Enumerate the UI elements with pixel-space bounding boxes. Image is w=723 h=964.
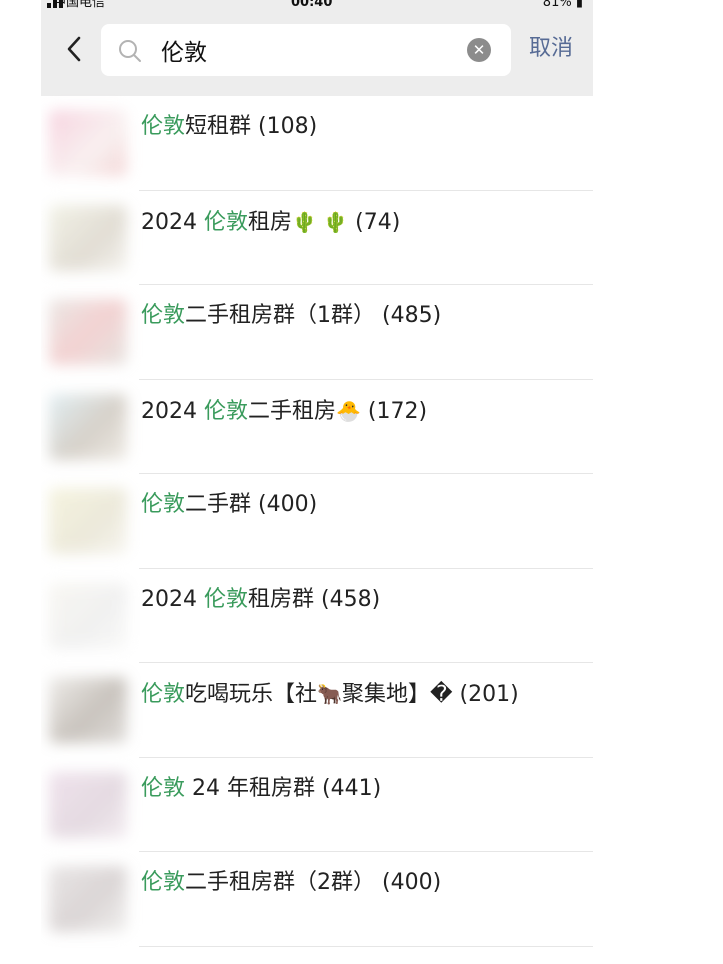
list-item[interactable]: 伦敦吃喝玩乐【社🐂聚集地】� (201) — [41, 663, 593, 758]
search-results-list: 伦敦短租群 (108) 2024 伦敦租房🌵 🌵 (74) 伦敦二手租房群（1群… — [41, 96, 593, 947]
list-item[interactable]: 伦敦二手租房群（1群） (485) — [41, 285, 593, 380]
keyword-highlight: 伦敦 — [141, 114, 186, 139]
group-title: 伦敦吃喝玩乐【社🐂聚集地】� (201) — [141, 682, 519, 707]
group-title: 伦敦二手租房群（2群） (400) — [141, 870, 442, 895]
back-button[interactable] — [59, 32, 89, 66]
search-input[interactable] — [159, 34, 453, 66]
group-title: 2024 伦敦租房🌵 🌵 (74) — [141, 209, 401, 235]
list-item[interactable]: 2024 伦敦租房群 (458) — [41, 569, 593, 664]
keyword-highlight: 伦敦 — [141, 492, 186, 517]
keyword-highlight: 伦敦 — [203, 586, 248, 612]
carrier-label: 中国电信 — [53, 0, 106, 10]
group-title: 2024 伦敦二手租房🐣 (172) — [141, 398, 428, 424]
chevron-left-icon — [67, 36, 81, 62]
clock: 00:40 — [291, 0, 333, 10]
keyword-highlight: 伦敦 — [141, 682, 186, 707]
keyword-highlight: 伦敦 — [141, 775, 186, 801]
group-title: 伦敦二手租房群（1群） (485) — [141, 303, 442, 328]
status-bar: 中国电信 00:40 81% ▮ — [41, 0, 593, 14]
group-avatar — [49, 393, 127, 460]
group-title: 伦敦 24 年租房群 (441) — [141, 775, 382, 801]
phone-screen: 中国电信 00:40 81% ▮ ✕ 取消 伦敦短租群 (108) — [41, 0, 593, 964]
cancel-button[interactable]: 取消 — [529, 32, 573, 66]
group-title: 伦敦短租群 (108) — [141, 114, 318, 139]
clear-search-icon[interactable]: ✕ — [467, 38, 491, 62]
group-avatar — [49, 771, 127, 838]
cactus-emoji-icon: 🌵 🌵 — [292, 209, 349, 234]
group-title: 2024 伦敦租房群 (458) — [141, 586, 381, 612]
list-item[interactable]: 2024 伦敦二手租房🐣 (172) — [41, 380, 593, 475]
list-item[interactable]: 伦敦二手群 (400) — [41, 474, 593, 569]
group-avatar — [49, 204, 127, 271]
search-box[interactable]: ✕ — [101, 24, 511, 76]
search-icon — [119, 40, 141, 62]
list-item[interactable]: 伦敦短租群 (108) — [41, 96, 593, 191]
group-avatar — [49, 299, 127, 365]
list-item[interactable]: 伦敦 24 年租房群 (441) — [41, 758, 593, 853]
search-header: ✕ 取消 — [41, 14, 593, 96]
list-item[interactable]: 2024 伦敦租房🌵 🌵 (74) — [41, 191, 593, 286]
ox-emoji-icon: 🐂 — [317, 682, 342, 706]
battery-icon: ▮ — [575, 0, 583, 10]
group-avatar — [49, 488, 127, 554]
keyword-highlight: 伦敦 — [141, 870, 186, 895]
battery-percent: 81% — [542, 0, 572, 10]
battery-indicator: 81% ▮ — [542, 0, 583, 10]
group-avatar — [49, 582, 127, 649]
keyword-highlight: 伦敦 — [203, 398, 248, 424]
group-avatar — [49, 866, 127, 932]
keyword-highlight: 伦敦 — [203, 209, 248, 235]
list-item[interactable]: 伦敦二手租房群（2群） (400) — [41, 852, 593, 947]
group-avatar — [49, 677, 127, 743]
hatching-chick-emoji-icon: 🐣 — [336, 398, 361, 423]
group-avatar — [49, 110, 127, 176]
keyword-highlight: 伦敦 — [141, 303, 186, 328]
group-title: 伦敦二手群 (400) — [141, 492, 318, 517]
